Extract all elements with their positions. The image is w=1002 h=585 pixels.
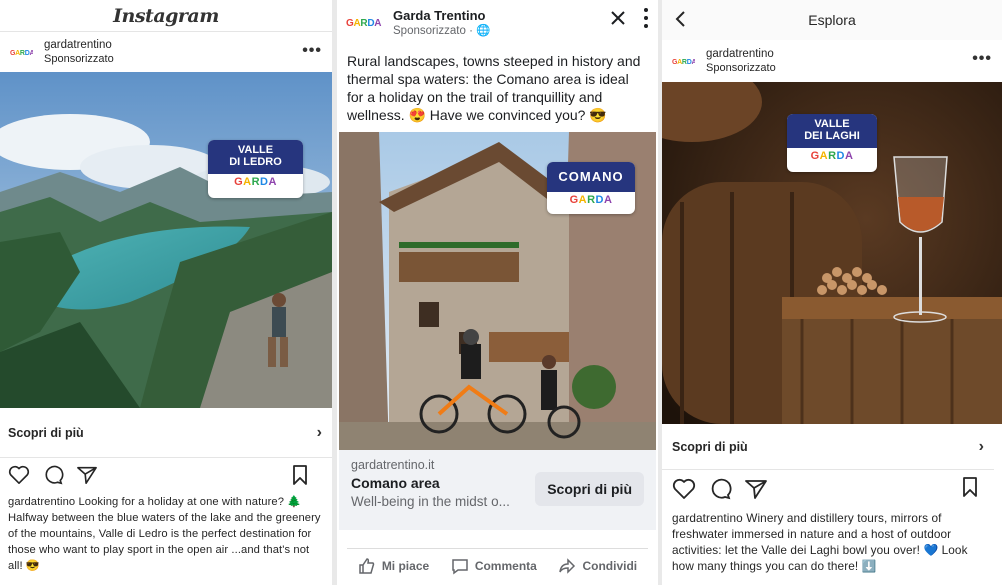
caption-username[interactable]: gardatrentino xyxy=(672,511,743,525)
thumbs-up-icon xyxy=(359,557,375,574)
instagram-logo: Instagram xyxy=(113,4,219,27)
facebook-feed-panel: GARDA Garda Trentino Sponsorizzato · 🌐 R… xyxy=(337,0,658,585)
fb-action-bar: Mi piace Commenta Condividi xyxy=(347,548,648,582)
more-options-icon[interactable]: ••• xyxy=(302,42,322,60)
share-arrow-icon xyxy=(559,557,576,574)
bookmark-icon[interactable] xyxy=(292,465,308,485)
caption-username[interactable]: gardatrentino xyxy=(8,496,75,508)
post-image[interactable]: COMANO GARDA xyxy=(339,132,656,450)
account-avatar[interactable]: GARDA xyxy=(670,48,696,74)
share-button[interactable]: Condividi xyxy=(558,557,637,575)
page-title: Esplora xyxy=(808,12,856,28)
valle-dei-laghi-badge: VALLE DEI LAGHI GARDA xyxy=(787,114,877,172)
post-actions xyxy=(662,470,1002,508)
bookmark-icon[interactable] xyxy=(962,477,978,497)
explore-header: Esplora xyxy=(662,0,1002,40)
post-caption: gardatrentino Looking for a holiday at o… xyxy=(0,492,332,576)
post-header: GARDA gardatrentino Sponsorizzato ••• xyxy=(662,40,1002,82)
chevron-right-icon: › xyxy=(978,437,984,455)
comment-icon xyxy=(452,558,468,574)
svg-text:GARDA: GARDA xyxy=(672,59,695,66)
like-button[interactable]: Mi piace xyxy=(358,557,429,575)
badge-line-2: DI LEDRO xyxy=(229,156,282,168)
svg-text:GARDA: GARDA xyxy=(346,18,381,29)
badge-line-1: VALLE xyxy=(237,144,274,156)
share-label: Condividi xyxy=(582,558,638,573)
garda-logo: GARDA xyxy=(810,150,854,162)
badge-line-2: DEI LAGHI xyxy=(804,130,860,142)
post-image[interactable]: VALLE DI LEDRO GARDA xyxy=(0,72,332,408)
share-icon[interactable] xyxy=(76,465,98,485)
post-image[interactable]: VALLE DEI LAGHI GARDA xyxy=(662,82,1002,424)
valle-di-ledro-badge: VALLE DI LEDRO GARDA xyxy=(208,140,303,198)
sponsored-label: Sponsorizzato xyxy=(706,62,776,74)
learn-more-label: Scopri di più xyxy=(672,439,748,454)
chevron-right-icon: › xyxy=(316,423,322,441)
badge-line-1: VALLE xyxy=(814,118,850,130)
post-text: Rural landscapes, towns steeped in histo… xyxy=(347,53,641,123)
page-name[interactable]: Garda Trentino xyxy=(393,8,490,23)
learn-more-label: Scopri di più xyxy=(8,425,84,440)
account-name[interactable]: gardatrentino xyxy=(706,47,776,61)
comment-icon[interactable] xyxy=(42,465,64,485)
account-avatar[interactable]: GARDA xyxy=(8,39,34,65)
comment-button[interactable]: Commenta xyxy=(451,557,537,575)
learn-more-bar[interactable]: Scopri di più › xyxy=(0,408,332,458)
instagram-header: Instagram xyxy=(0,0,332,32)
lake-landscape-photo xyxy=(0,72,332,408)
share-icon[interactable] xyxy=(744,478,768,500)
comment-label: Commenta xyxy=(474,558,537,573)
sponsored-label: Sponsorizzato xyxy=(44,53,114,65)
heart-icon[interactable] xyxy=(8,465,30,485)
svg-text:GARDA: GARDA xyxy=(10,50,33,57)
page-avatar[interactable]: GARDA xyxy=(345,8,385,38)
back-arrow-icon[interactable] xyxy=(674,10,686,28)
post-actions xyxy=(0,458,332,492)
instagram-feed-panel: Instagram GARDA gardatrentino Sponsorizz… xyxy=(0,0,332,585)
fb-post-header: GARDA Garda Trentino Sponsorizzato · 🌐 xyxy=(337,0,658,46)
learn-more-button[interactable]: Scopri di più xyxy=(535,472,644,506)
close-icon[interactable] xyxy=(610,10,626,26)
learn-more-bar[interactable]: Scopri di più › xyxy=(662,424,994,470)
link-preview[interactable]: gardatrentino.it Comano area Well-being … xyxy=(339,450,656,530)
heart-icon[interactable] xyxy=(672,478,696,500)
account-name[interactable]: gardatrentino xyxy=(44,38,114,52)
link-domain: gardatrentino.it xyxy=(351,458,435,472)
garda-logo: GARDA xyxy=(569,194,613,206)
post-header: GARDA gardatrentino Sponsorizzato ••• xyxy=(0,32,332,72)
instagram-explore-panel: Esplora GARDA gardatrentino Sponsorizzat… xyxy=(662,0,1002,585)
more-options-icon[interactable] xyxy=(644,8,648,28)
sponsored-label: Sponsorizzato · 🌐 xyxy=(393,25,491,37)
post-caption: gardatrentino Winery and distillery tour… xyxy=(662,508,1002,576)
more-options-icon[interactable]: ••• xyxy=(972,50,992,68)
garda-logo: GARDA xyxy=(234,176,277,188)
comano-badge: COMANO GARDA xyxy=(547,162,635,214)
like-label: Mi piace xyxy=(381,558,430,573)
comment-icon[interactable] xyxy=(708,478,732,500)
badge-title: COMANO xyxy=(547,162,635,192)
link-description: Well-being in the midst o... xyxy=(351,494,510,509)
